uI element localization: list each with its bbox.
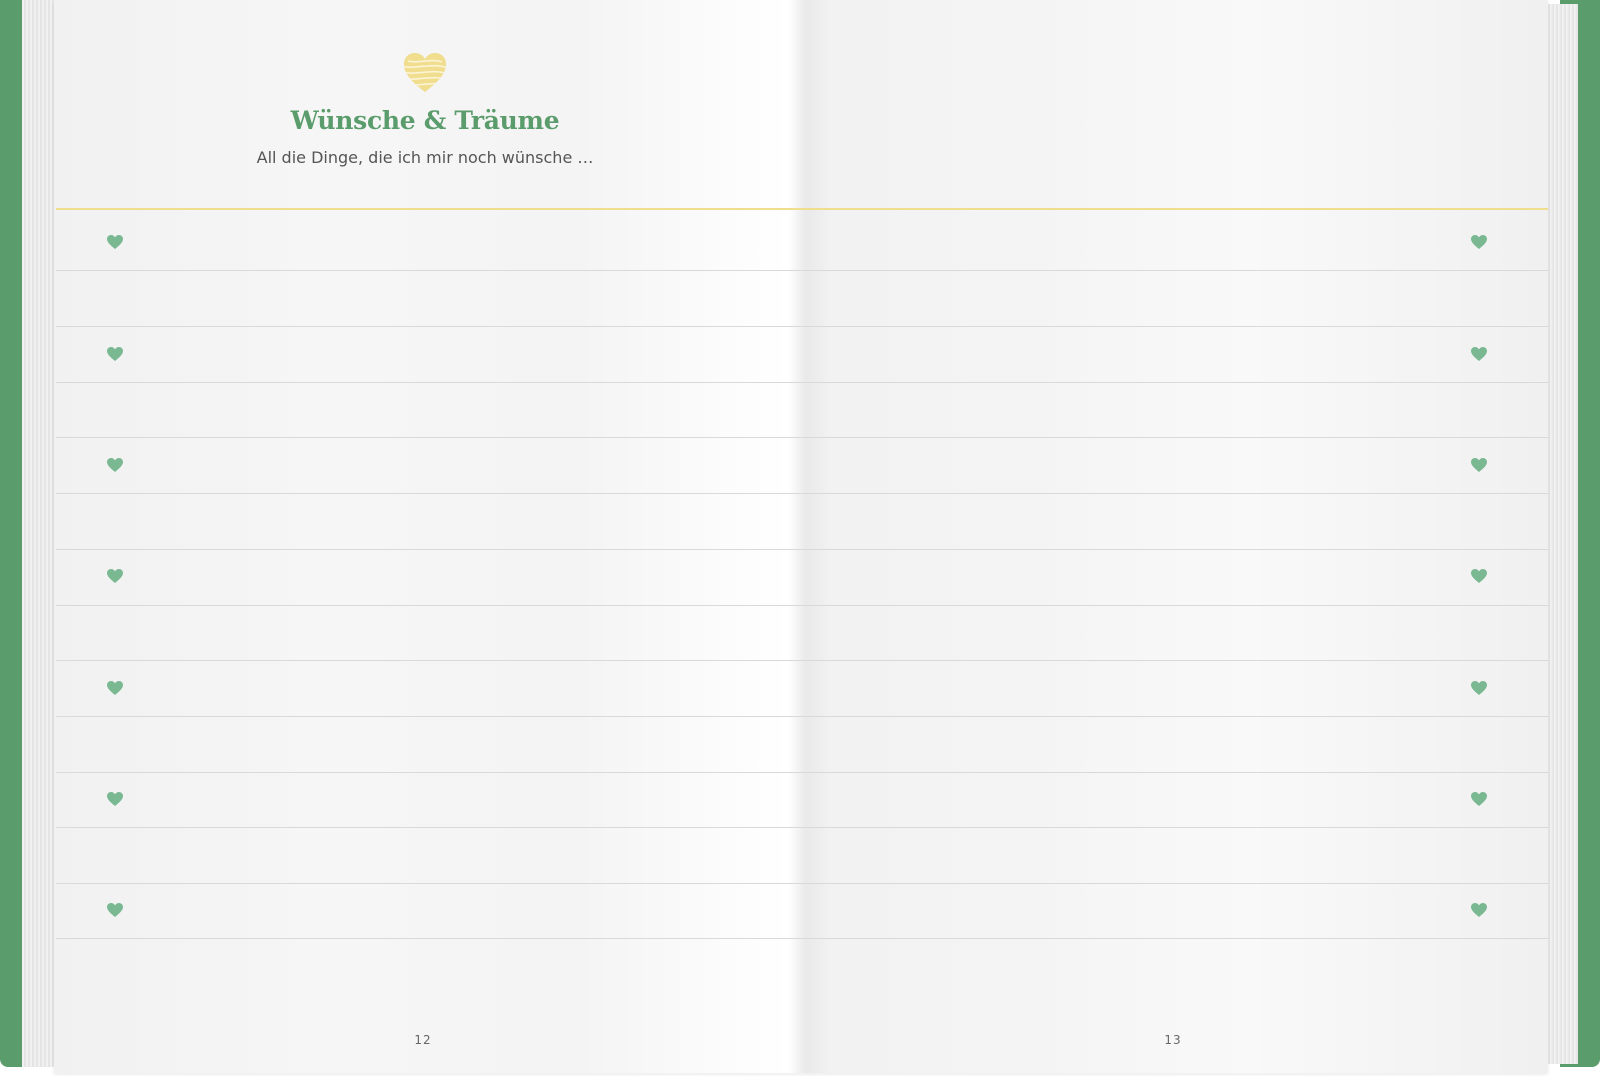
page-edges-right bbox=[1548, 4, 1578, 1064]
heart-icon bbox=[106, 680, 124, 696]
heart-icon bbox=[1470, 680, 1488, 696]
heart-icon bbox=[106, 346, 124, 362]
heart-icon bbox=[1470, 568, 1488, 584]
page-number-left: 12 bbox=[414, 1033, 432, 1047]
writing-line bbox=[56, 270, 1548, 271]
heart-icon bbox=[106, 791, 124, 807]
page-number-right: 13 bbox=[1164, 1033, 1182, 1047]
page-title: Wünsche & Träume bbox=[290, 106, 560, 135]
writing-line bbox=[56, 938, 1548, 939]
heart-icon bbox=[1470, 234, 1488, 250]
heart-icon bbox=[1470, 791, 1488, 807]
writing-line bbox=[56, 493, 1548, 494]
heart-icon bbox=[106, 568, 124, 584]
writing-line bbox=[56, 437, 1548, 438]
writing-line bbox=[56, 382, 1548, 383]
heart-icon bbox=[1470, 902, 1488, 918]
heart-icon bbox=[1470, 346, 1488, 362]
page-subtitle: All die Dinge, die ich mir noch wünsche … bbox=[256, 148, 594, 167]
heart-icon bbox=[106, 234, 124, 250]
writing-line bbox=[56, 827, 1548, 828]
heart-icon bbox=[106, 457, 124, 473]
writing-line bbox=[56, 772, 1548, 773]
striped-heart-icon bbox=[402, 52, 448, 94]
writing-line bbox=[56, 549, 1548, 550]
page-edges-left bbox=[22, 0, 54, 1067]
writing-line bbox=[56, 605, 1548, 606]
writing-line bbox=[56, 660, 1548, 661]
writing-line bbox=[56, 716, 1548, 717]
writing-line bbox=[56, 883, 1548, 884]
heart-icon bbox=[106, 902, 124, 918]
header-divider bbox=[56, 208, 1548, 210]
writing-line bbox=[56, 326, 1548, 327]
heart-icon bbox=[1470, 457, 1488, 473]
book-spread-scene: Wünsche & Träume All die Dinge, die ich … bbox=[0, 0, 1600, 1076]
